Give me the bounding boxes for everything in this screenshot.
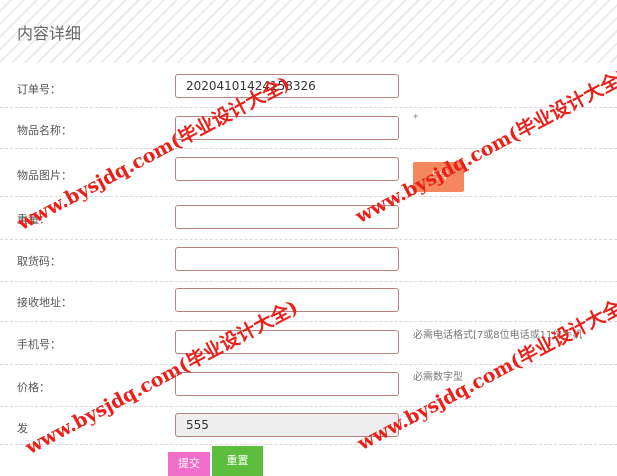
last-input[interactable]: 555: [175, 413, 399, 437]
reset-button[interactable]: 重置: [212, 446, 263, 476]
order-no-input[interactable]: 20204101424158326: [175, 74, 399, 98]
address-input[interactable]: [175, 288, 399, 312]
submit-button[interactable]: 提交: [168, 452, 210, 476]
phone-label: 手机号：: [17, 338, 61, 351]
phone-hint: 必需电话格式[7或8位电话或11位手机: [413, 330, 583, 341]
required-mark: *: [413, 113, 418, 124]
pickup-code-input[interactable]: [175, 247, 399, 271]
price-label: 价格：: [17, 381, 50, 394]
pickup-code-label: 取货码：: [17, 255, 61, 268]
last-label: 发: [17, 422, 28, 435]
weight-input[interactable]: [175, 205, 399, 229]
price-input[interactable]: [175, 372, 399, 396]
item-name-input[interactable]: [175, 116, 399, 140]
item-image-input[interactable]: [175, 157, 399, 181]
price-hint: 必需数字型: [413, 372, 463, 383]
item-name-label: 物品名称：: [17, 124, 72, 137]
header-bar: 内容详细: [0, 0, 617, 63]
order-no-label: 订单号：: [17, 83, 61, 96]
item-image-label: 物品图片：: [17, 169, 72, 182]
weight-label: 重量：: [17, 213, 50, 226]
phone-input[interactable]: [175, 330, 399, 354]
address-label: 接收地址：: [17, 296, 72, 309]
upload-button[interactable]: 上传: [413, 162, 464, 192]
page-title: 内容详细: [17, 24, 82, 43]
